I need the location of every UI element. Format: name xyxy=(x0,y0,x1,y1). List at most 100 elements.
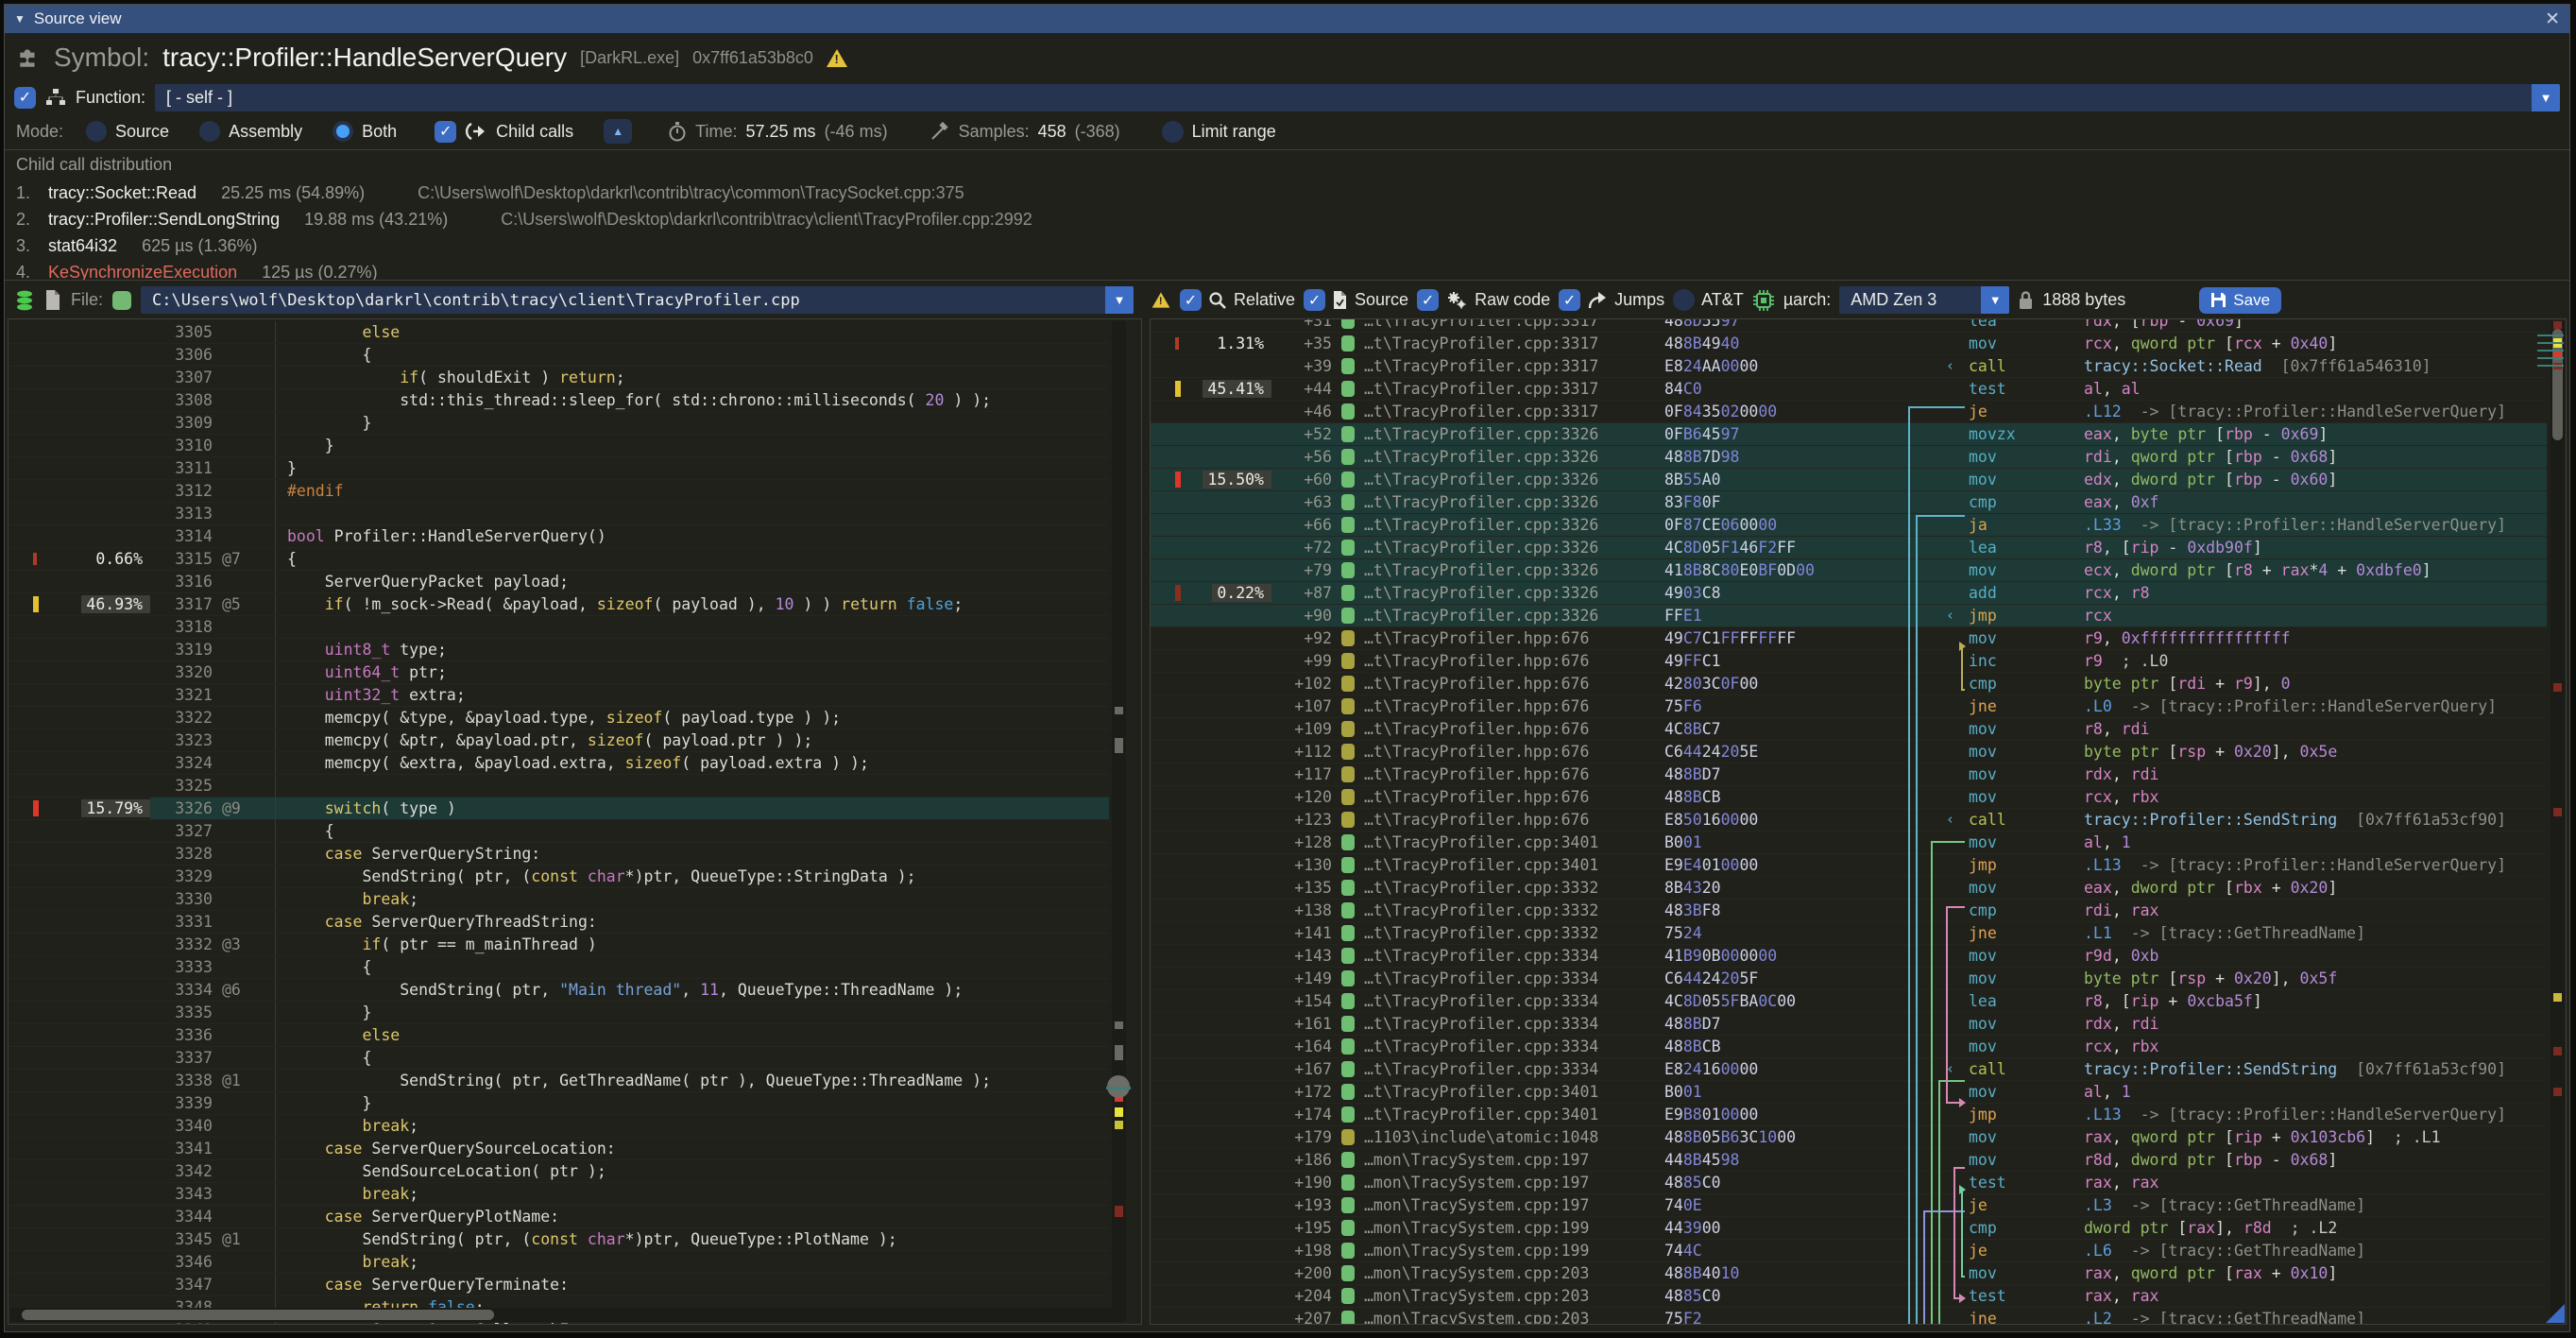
asm-file-line[interactable]: …t\TracyProfiler.cpp:3334 xyxy=(1364,1058,1664,1080)
rawcode-checkbox[interactable]: ✓ xyxy=(1417,289,1439,311)
file-combo-arrow-icon[interactable]: ▼ xyxy=(1105,286,1134,314)
source-line[interactable]: 3343 break; xyxy=(9,1183,1109,1206)
source-line[interactable]: 3325 xyxy=(9,775,1109,798)
asm-file-line[interactable]: …mon\TracySystem.cpp:199 xyxy=(1364,1240,1664,1261)
assembly-row[interactable]: +130…t\TracyProfiler.cpp:3401E9E4010000j… xyxy=(1151,854,2547,877)
source-line[interactable]: 3332@3 if( ptr == m_mainThread ) xyxy=(9,934,1109,956)
relative-checkbox[interactable]: ✓ xyxy=(1180,289,1202,311)
asm-file-line[interactable]: …t\TracyProfiler.cpp:3401 xyxy=(1364,854,1664,876)
source-line[interactable]: 3321 uint32_t extra; xyxy=(9,684,1109,707)
assembly-row[interactable]: +63…t\TracyProfiler.cpp:332683F80Fcmpeax… xyxy=(1151,491,2547,514)
source-line[interactable]: 3307 if( shouldExit ) return; xyxy=(9,367,1109,389)
asm-file-line[interactable]: …t\TracyProfiler.hpp:676 xyxy=(1364,673,1664,695)
asm-file-line[interactable]: …t\TracyProfiler.hpp:676 xyxy=(1364,763,1664,785)
source-hscroll-thumb[interactable] xyxy=(22,1310,494,1320)
assembly-row[interactable]: +179…1103\include\atomic:1048488B05B63C1… xyxy=(1151,1126,2547,1149)
source-checkbox[interactable]: ✓ xyxy=(1304,289,1325,311)
source-line[interactable]: 3345@1 SendString( ptr, (const char*)ptr… xyxy=(9,1228,1109,1251)
source-line[interactable]: 3310 } xyxy=(9,435,1109,457)
assembly-row[interactable]: +120…t\TracyProfiler.hpp:676488BCBmovrcx… xyxy=(1151,786,2547,809)
assembly-row[interactable]: +167…t\TracyProfiler.cpp:3334E824160000‹… xyxy=(1151,1058,2547,1081)
uarch-combo-arrow-icon[interactable]: ▼ xyxy=(1981,286,2009,314)
assembly-row[interactable]: +195…mon\TracySystem.cpp:199443900cmpdwo… xyxy=(1151,1217,2547,1240)
source-line[interactable]: 3305 else xyxy=(9,321,1109,344)
source-line[interactable]: 3327 { xyxy=(9,820,1109,843)
source-line[interactable]: 3320 uint64_t ptr; xyxy=(9,661,1109,684)
asm-file-line[interactable]: …t\TracyProfiler.cpp:3334 xyxy=(1364,1036,1664,1057)
assembly-row[interactable]: +109…t\TracyProfiler.hpp:6764C8BC7movr8,… xyxy=(1151,718,2547,741)
relative-toggle[interactable]: ✓ Relative xyxy=(1180,289,1295,311)
asm-file-line[interactable]: …t\TracyProfiler.hpp:676 xyxy=(1364,695,1664,717)
assembly-row[interactable]: +123…t\TracyProfiler.hpp:676E850160000‹c… xyxy=(1151,809,2547,832)
source-line[interactable]: 3308 std::this_thread::sleep_for( std::c… xyxy=(9,389,1109,412)
source-line[interactable]: 3331 case ServerQueryThreadString: xyxy=(9,911,1109,934)
asm-file-line[interactable]: …t\TracyProfiler.cpp:3326 xyxy=(1364,514,1664,536)
asm-file-line[interactable]: …t\TracyProfiler.hpp:676 xyxy=(1364,650,1664,672)
asm-file-line[interactable]: …t\TracyProfiler.cpp:3326 xyxy=(1364,491,1664,513)
asm-file-line[interactable]: …t\TracyProfiler.cpp:3326 xyxy=(1364,537,1664,558)
source-line[interactable]: 3333 { xyxy=(9,956,1109,979)
source-line[interactable]: 3347 case ServerQueryTerminate: xyxy=(9,1274,1109,1296)
file-combo[interactable]: C:\Users\wolf\Desktop\darkrl\contrib\tra… xyxy=(141,286,1134,314)
mode-radio-source[interactable] xyxy=(86,121,107,142)
assembly-row[interactable]: +99…t\TracyProfiler.hpp:67649FFC1incr9 ;… xyxy=(1151,650,2547,673)
child-call-row[interactable]: 4.KeSynchronizeExecution125 µs (0.27%) xyxy=(16,259,2558,281)
source-line[interactable]: 3316 ServerQueryPacket payload; xyxy=(9,571,1109,593)
asm-file-line[interactable]: …t\TracyProfiler.hpp:676 xyxy=(1364,741,1664,763)
limit-range-label[interactable]: Limit range xyxy=(1192,122,1276,142)
assembly-row[interactable]: +141…t\TracyProfiler.cpp:33327524jne.L1 … xyxy=(1151,922,2547,945)
assembly-row[interactable]: +161…t\TracyProfiler.cpp:3334488BD7movrd… xyxy=(1151,1013,2547,1036)
asm-file-line[interactable]: …t\TracyProfiler.cpp:3317 xyxy=(1364,401,1664,422)
assembly-row[interactable]: +128…t\TracyProfiler.cpp:3401B001moval, … xyxy=(1151,832,2547,854)
asm-file-line[interactable]: …t\TracyProfiler.cpp:3317 xyxy=(1364,378,1664,400)
assembly-row[interactable]: +31…t\TracyProfiler.cpp:3317488D5597lear… xyxy=(1151,318,2547,333)
assembly-row[interactable]: 1.31%+35…t\TracyProfiler.cpp:3317488B494… xyxy=(1151,333,2547,355)
att-toggle[interactable]: ✓ AT&T xyxy=(1673,289,1744,311)
jumps-toggle[interactable]: ✓ Jumps xyxy=(1559,289,1664,311)
mode-radio-both[interactable] xyxy=(333,121,353,142)
assembly-row[interactable]: +204…mon\TracySystem.cpp:2034885C0testra… xyxy=(1151,1285,2547,1308)
asm-file-line[interactable]: …t\TracyProfiler.cpp:3334 xyxy=(1364,1013,1664,1035)
assembly-row[interactable]: +193…mon\TracySystem.cpp:197740Eje.L3 ->… xyxy=(1151,1194,2547,1217)
assembly-row[interactable]: +149…t\TracyProfiler.cpp:3334C64424205Fm… xyxy=(1151,968,2547,990)
function-combo-arrow-icon[interactable]: ▼ xyxy=(2532,84,2560,112)
uarch-combo[interactable]: AMD Zen 3 ▼ xyxy=(1839,286,2009,314)
mode-option-assembly[interactable]: Assembly xyxy=(229,122,302,142)
child-calls-label[interactable]: Child calls xyxy=(496,122,573,142)
asm-file-line[interactable]: …1103\include\atomic:1048 xyxy=(1364,1126,1664,1148)
source-vertical-scrollbar[interactable] xyxy=(1112,321,1126,1322)
assembly-row[interactable]: +138…t\TracyProfiler.cpp:3332483BF8cmprd… xyxy=(1151,900,2547,922)
assembly-row[interactable]: +135…t\TracyProfiler.cpp:33328B4320movea… xyxy=(1151,877,2547,900)
asm-file-line[interactable]: …t\TracyProfiler.cpp:3326 xyxy=(1364,469,1664,490)
asm-file-line[interactable]: …t\TracyProfiler.hpp:676 xyxy=(1364,809,1664,831)
asm-file-line[interactable]: …t\TracyProfiler.hpp:676 xyxy=(1364,718,1664,740)
assembly-row[interactable]: +102…t\TracyProfiler.hpp:67642803C0F00cm… xyxy=(1151,673,2547,695)
asm-file-line[interactable]: …mon\TracySystem.cpp:197 xyxy=(1364,1194,1664,1216)
mode-radio-assembly[interactable] xyxy=(199,121,220,142)
collapse-triangle-icon[interactable]: ▼ xyxy=(14,12,26,26)
assembly-row[interactable]: +154…t\TracyProfiler.cpp:33344C8D055FBA0… xyxy=(1151,990,2547,1013)
mode-option-source[interactable]: Source xyxy=(115,122,169,142)
source-line[interactable]: 3323 memcpy( &ptr, &payload.ptr, sizeof(… xyxy=(9,729,1109,752)
asm-file-line[interactable]: …t\TracyProfiler.cpp:3317 xyxy=(1364,333,1664,354)
asm-file-line[interactable]: …t\TracyProfiler.cpp:3317 xyxy=(1364,355,1664,377)
asm-file-line[interactable]: …t\TracyProfiler.cpp:3326 xyxy=(1364,423,1664,445)
assembly-row[interactable]: +46…t\TracyProfiler.cpp:33170F8435020000… xyxy=(1151,401,2547,423)
source-line[interactable]: 3330 break; xyxy=(9,888,1109,911)
source-toggle[interactable]: ✓ Source xyxy=(1304,289,1408,311)
asm-file-line[interactable]: …t\TracyProfiler.cpp:3326 xyxy=(1364,582,1664,604)
asm-file-line[interactable]: …mon\TracySystem.cpp:199 xyxy=(1364,1217,1664,1239)
assembly-row[interactable]: +92…t\TracyProfiler.hpp:67649C7C1FFFFFFF… xyxy=(1151,627,2547,650)
asm-file-line[interactable]: …t\TracyProfiler.cpp:3332 xyxy=(1364,922,1664,944)
asm-file-line[interactable]: …t\TracyProfiler.hpp:676 xyxy=(1364,627,1664,649)
source-line[interactable]: 3314bool Profiler::HandleServerQuery() xyxy=(9,525,1109,548)
source-line[interactable]: 15.79%3326@9 switch( type ) xyxy=(9,798,1109,820)
asm-file-line[interactable]: …t\TracyProfiler.cpp:3401 xyxy=(1364,1104,1664,1125)
asm-file-line[interactable]: …t\TracyProfiler.cpp:3317 xyxy=(1364,318,1664,332)
assembly-row[interactable]: +207…mon\TracySystem.cpp:20375F2jne.L2 -… xyxy=(1151,1308,2547,1325)
asm-file-line[interactable]: …mon\TracySystem.cpp:203 xyxy=(1364,1285,1664,1307)
asm-file-line[interactable]: …mon\TracySystem.cpp:203 xyxy=(1364,1262,1664,1284)
source-line[interactable]: 3338@1 SendString( ptr, GetThreadName( p… xyxy=(9,1070,1109,1092)
asm-file-line[interactable]: …t\TracyProfiler.hpp:676 xyxy=(1364,786,1664,808)
asm-file-line[interactable]: …t\TracyProfiler.cpp:3332 xyxy=(1364,877,1664,899)
